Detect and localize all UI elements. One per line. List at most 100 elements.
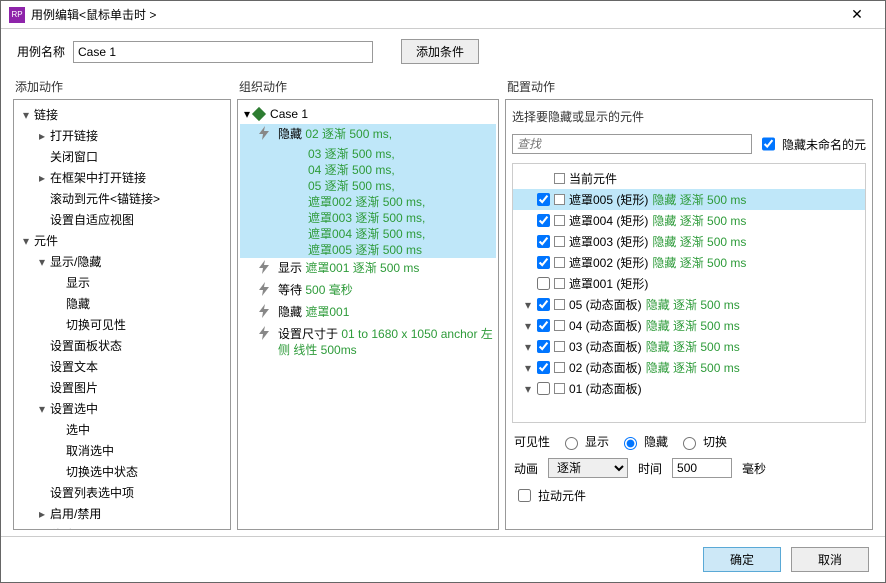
tree-item-label: 隐藏 [64,295,90,312]
widget-checkbox[interactable] [537,319,550,332]
widget-tree-row[interactable]: ▾04 (动态面板) 隐藏 逐渐 500 ms [513,315,865,336]
widget-tree-row[interactable]: ▾02 (动态面板) 隐藏 逐渐 500 ms [513,357,865,378]
widget-checkbox[interactable] [537,235,550,248]
tree-item-label: 切换选中状态 [64,463,138,480]
widget-effect-label: 隐藏 逐渐 500 ms [646,317,740,334]
widget-checkbox[interactable] [537,298,550,311]
widget-checkbox[interactable] [537,193,550,206]
action-tree-item[interactable]: ▸打开链接 [16,125,228,146]
action-tree-item[interactable]: 显示 [16,272,228,293]
action-tree-item[interactable]: 隐藏 [16,293,228,314]
titlebar: RP 用例编辑<鼠标单击时 > ✕ [1,1,885,29]
widget-tree-row[interactable]: 遮罩004 (矩形) 隐藏 逐渐 500 ms [513,210,865,231]
radio-toggle[interactable]: 切换 [678,433,727,450]
widget-checkbox[interactable] [537,277,550,290]
tree-item-label: 设置列表选中项 [48,484,134,501]
organize-action-panel[interactable]: ▾Case 1隐藏 02 逐渐 500 ms,03 逐渐 500 ms,04 逐… [237,99,499,530]
widget-effect-label: 隐藏 逐渐 500 ms [646,338,740,355]
action-tree-item[interactable]: 切换可见性 [16,314,228,335]
widget-effect-label: 隐藏 逐渐 500 ms [646,359,740,376]
visibility-row: 可见性 显示 隐藏 切换 [514,433,864,450]
window-title: 用例编辑<鼠标单击时 > [31,6,837,23]
case-name-input[interactable] [73,41,373,63]
action-tree-item[interactable]: 设置列表选中项 [16,482,228,503]
time-unit: 毫秒 [742,460,766,477]
tree-arrow-icon: ▾ [36,255,48,269]
action-tree-item[interactable]: 设置面板状态 [16,335,228,356]
tree-item-label: 设置选中 [48,400,98,417]
case-name-label: 用例名称 [17,43,65,60]
config-sub-label: 选择要隐藏或显示的元件 [508,104,870,131]
tree-arrow-icon: ▾ [523,319,533,333]
radio-hide[interactable]: 隐藏 [619,433,668,450]
widget-tree-row[interactable]: ▾05 (动态面板) 隐藏 逐渐 500 ms [513,294,865,315]
action-tree-item[interactable]: ▸在框架中打开链接 [16,167,228,188]
widget-tree-row[interactable]: 遮罩001 (矩形) [513,273,865,294]
radio-show[interactable]: 显示 [560,433,609,450]
action-tree-item[interactable]: 切换选中状态 [16,461,228,482]
action-tree-item[interactable]: 设置图片 [16,377,228,398]
search-input[interactable] [512,134,752,154]
tree-item-label: 设置自适应视图 [48,211,134,228]
tree-arrow-icon: ▾ [523,298,533,312]
add-condition-button[interactable]: 添加条件 [401,39,479,64]
hide-unnamed-label: 隐藏未命名的元 [782,136,866,153]
tree-item-label: 选中 [64,421,90,438]
tree-item-label: 启用/禁用 [48,505,101,522]
cancel-button[interactable]: 取消 [791,547,869,572]
tree-arrow-icon: ▸ [36,171,48,185]
action-tree-item[interactable]: ▾显示/隐藏 [16,251,228,272]
widget-checkbox[interactable] [537,361,550,374]
bolt-icon [258,304,270,322]
tree-item-label: 设置文本 [48,358,98,375]
widget-tree-row[interactable]: 遮罩003 (矩形) 隐藏 逐渐 500 ms [513,231,865,252]
anim-select[interactable]: 逐渐 [548,458,628,478]
action-line: 遮罩004 逐渐 500 ms, [240,226,496,242]
case-action-row[interactable]: 设置尺寸于 01 to 1680 x 1050 anchor 左侧 线性 500… [240,324,496,360]
hide-unnamed-checkbox-input[interactable] [762,134,775,154]
widget-effect-label: 隐藏 逐渐 500 ms [652,212,746,229]
action-tree-item[interactable]: 移动 [16,524,228,530]
add-action-panel[interactable]: ▾链接▸打开链接关闭窗口 ▸在框架中打开链接滚动到元件<锚链接> 设置自适应视图 ▾元… [13,99,231,530]
case-action-row[interactable]: 隐藏 遮罩001 [240,302,496,324]
widget-tree-row[interactable]: ▾03 (动态面板) 隐藏 逐渐 500 ms [513,336,865,357]
action-tree-item[interactable]: 设置文本 [16,356,228,377]
action-tree-item[interactable]: 关闭窗口 [16,146,228,167]
action-tree-item[interactable]: ▾链接 [16,104,228,125]
widget-tree-row[interactable]: 遮罩002 (矩形) 隐藏 逐渐 500 ms [513,252,865,273]
widget-checkbox[interactable] [537,214,550,227]
case-row[interactable]: ▾Case 1 [240,104,496,124]
bolt-icon [258,326,270,358]
widget-effect-label: 隐藏 逐渐 500 ms [652,233,746,250]
widget-label: 03 (动态面板) [569,338,642,355]
hide-unnamed-checkbox[interactable]: 隐藏未命名的元 [758,131,866,157]
action-tree-item[interactable]: ▾元件 [16,230,228,251]
widget-tree-row[interactable]: ▾01 (动态面板) [513,378,865,399]
widget-tree-row[interactable]: 当前元件 [513,168,865,189]
widget-label: 01 (动态面板) [569,380,642,397]
tree-item-label: 关闭窗口 [48,148,98,165]
ok-button[interactable]: 确定 [703,547,781,572]
action-tree-item[interactable]: 取消选中 [16,440,228,461]
case-name-row: 用例名称 添加条件 [1,29,885,74]
action-label: 等待 500 毫秒 [276,282,353,300]
case-action-row[interactable]: 等待 500 毫秒 [240,280,496,302]
action-tree-item[interactable]: 滚动到元件<锚链接> [16,188,228,209]
widget-tree[interactable]: 当前元件遮罩005 (矩形) 隐藏 逐渐 500 ms遮罩004 (矩形) 隐藏… [512,163,866,423]
case-action-row[interactable]: 隐藏 02 逐渐 500 ms, [240,124,496,146]
action-tree-item[interactable]: 选中 [16,419,228,440]
widget-checkbox[interactable] [537,256,550,269]
close-button[interactable]: ✕ [837,6,877,23]
case-action-row[interactable]: 显示 遮罩001 逐渐 500 ms [240,258,496,280]
widget-checkbox[interactable] [537,340,550,353]
action-tree-item[interactable]: ▾设置选中 [16,398,228,419]
widget-label: 遮罩004 (矩形) [569,212,648,229]
pull-checkbox[interactable]: 拉动元件 [514,486,586,505]
action-tree-item[interactable]: ▸启用/禁用 [16,503,228,524]
tree-item-label: 显示/隐藏 [48,253,101,270]
widget-tree-row[interactable]: 遮罩005 (矩形) 隐藏 逐渐 500 ms [513,189,865,210]
action-tree-item[interactable]: 设置自适应视图 [16,209,228,230]
widget-label: 遮罩003 (矩形) [569,233,648,250]
widget-checkbox[interactable] [537,382,550,395]
time-input[interactable] [672,458,732,478]
